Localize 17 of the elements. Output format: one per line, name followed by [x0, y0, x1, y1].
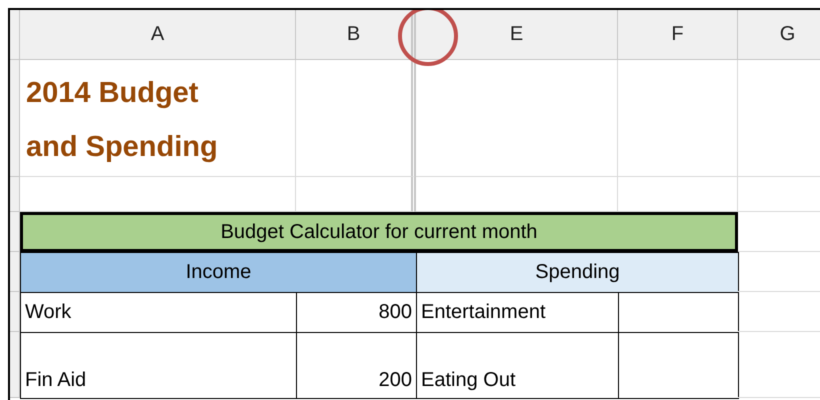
section-header: Income — [20, 252, 417, 293]
row-header[interactable] — [10, 252, 20, 292]
column-header[interactable]: A — [20, 10, 296, 60]
column-header[interactable]: G — [738, 10, 820, 60]
row-header[interactable] — [10, 292, 20, 332]
row-header[interactable] — [10, 332, 20, 398]
column-header[interactable]: B — [296, 10, 416, 60]
row-header[interactable] — [10, 60, 20, 177]
column-header[interactable]: F — [618, 10, 738, 60]
column-header[interactable]: E — [416, 10, 618, 60]
table-heading: Budget Calculator for current month — [20, 212, 738, 252]
row-header[interactable] — [10, 10, 20, 60]
table-cell: Fin Aid — [20, 332, 297, 399]
sheet-title: 2014 Budget and Spending — [26, 76, 219, 165]
section-header: Spending — [416, 252, 739, 293]
row-header[interactable] — [10, 177, 20, 212]
row-header[interactable] — [10, 212, 20, 252]
